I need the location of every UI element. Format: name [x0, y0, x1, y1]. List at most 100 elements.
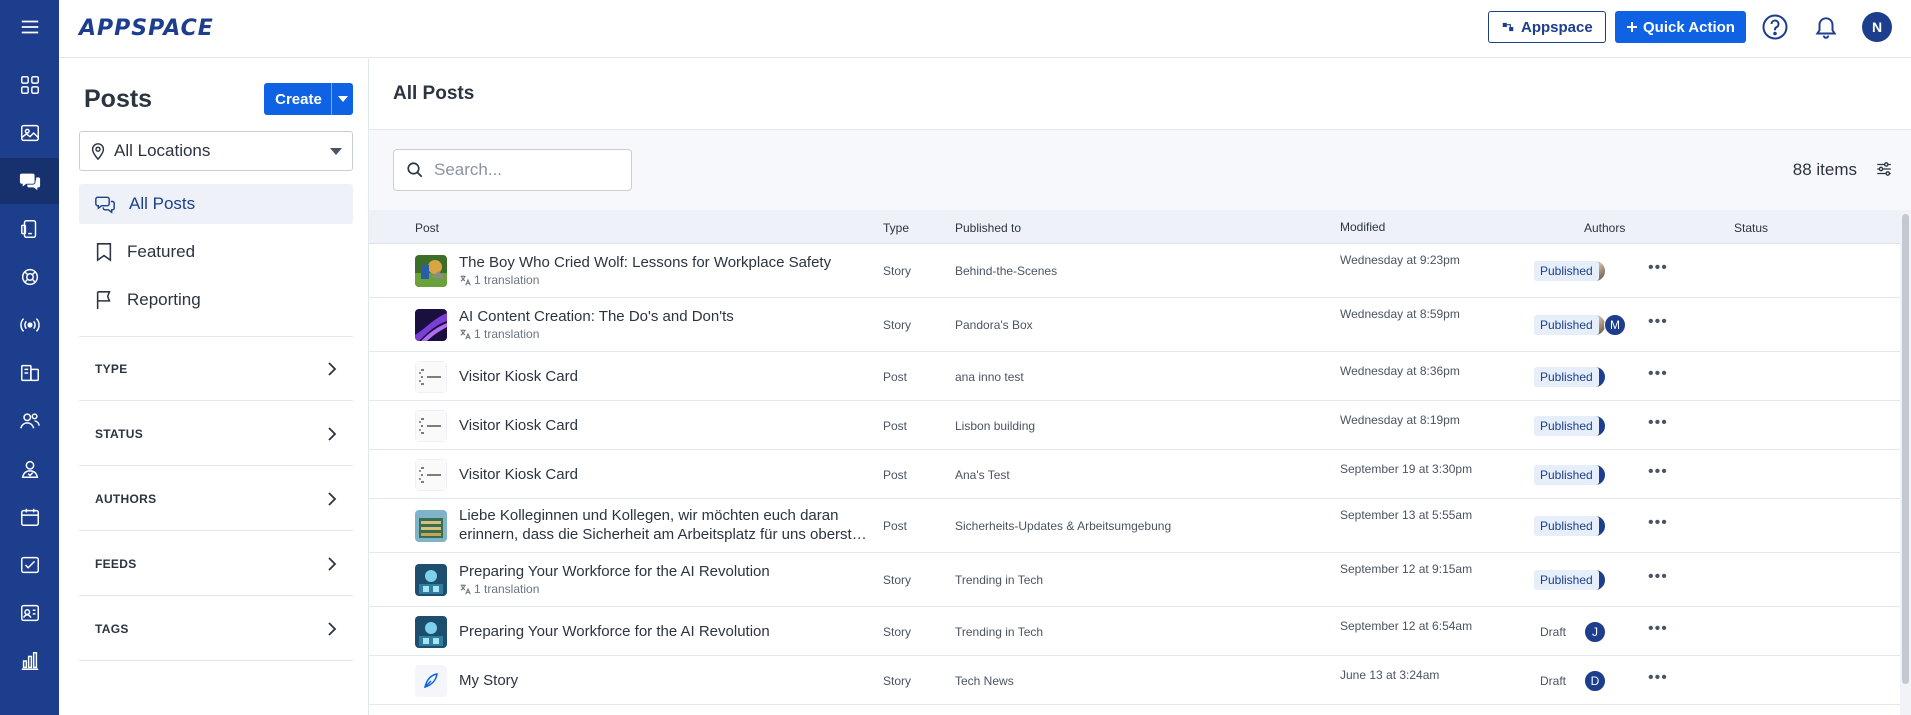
status-badge: Published	[1534, 366, 1599, 387]
post-title[interactable]: Visitor Kiosk Card	[459, 416, 879, 435]
directory-icon[interactable]	[0, 590, 59, 636]
post-title[interactable]: Preparing Your Workforce for the AI Revo…	[459, 562, 879, 581]
row-more-options-icon[interactable]: •••	[1648, 313, 1668, 331]
top-bar: APPSPACE Appspace Quick Action N	[59, 0, 1911, 58]
scrollbar-thumb[interactable]	[1902, 214, 1909, 684]
table-row[interactable]: AI Content Creation: The Do's and Don'ts…	[369, 298, 1911, 352]
post-thumbnail[interactable]	[415, 458, 447, 491]
column-header-modified[interactable]: Modified	[1340, 220, 1385, 234]
status-badge: Draft	[1540, 673, 1567, 688]
column-header-authors[interactable]: Authors	[1584, 221, 1625, 235]
translate-icon	[460, 584, 471, 595]
main-content: All Posts 88 items Post Type Published t…	[369, 59, 1911, 715]
post-type: Post	[883, 369, 908, 384]
location-select-value: All Locations	[114, 141, 211, 160]
post-title[interactable]: Visitor Kiosk Card	[459, 465, 879, 484]
post-thumbnail[interactable]	[415, 309, 447, 341]
post-modified: Wednesday at 8:36pm	[1340, 363, 1460, 378]
library-icon[interactable]	[0, 110, 59, 156]
post-thumbnail[interactable]	[415, 360, 447, 393]
create-dropdown-caret-icon[interactable]	[331, 83, 353, 115]
post-title[interactable]: Visitor Kiosk Card	[459, 367, 879, 386]
create-button[interactable]: Create	[264, 83, 353, 115]
user-avatar[interactable]: N	[1862, 12, 1892, 42]
row-more-options-icon[interactable]: •••	[1648, 365, 1668, 383]
search-input[interactable]	[434, 160, 614, 180]
support-icon[interactable]	[0, 254, 59, 300]
translation-info: 1 translation	[459, 582, 539, 596]
bookmark-icon	[96, 243, 112, 262]
broadcast-icon[interactable]	[0, 302, 59, 348]
post-thumbnail[interactable]	[415, 664, 447, 697]
nav-item-all-posts[interactable]: All Posts	[79, 184, 353, 224]
reports-icon[interactable]	[0, 638, 59, 684]
appspace-app-icon	[1502, 22, 1514, 32]
appspace-button[interactable]: Appspace	[1488, 11, 1606, 43]
chevron-right-icon	[328, 491, 337, 506]
table-row[interactable]: My Story Story Tech News June 13 at 3:24am D…	[369, 656, 1911, 705]
table-row[interactable]: Preparing Your Workforce for the AI Revo…	[369, 607, 1911, 656]
devices-icon[interactable]	[0, 206, 59, 252]
post-thumbnail[interactable]	[415, 564, 447, 596]
author-avatar[interactable]: J	[1584, 620, 1606, 643]
row-more-options-icon[interactable]: •••	[1648, 259, 1668, 277]
visitor-icon[interactable]	[0, 446, 59, 492]
filter-feeds[interactable]: FEEDS	[79, 532, 353, 596]
nav-item-featured[interactable]: Featured	[79, 232, 353, 272]
column-settings-icon[interactable]	[1875, 160, 1893, 178]
table-row[interactable]: Liebe Kolleginnen und Kollegen, wir möch…	[369, 499, 1911, 553]
post-title[interactable]: Preparing Your Workforce for the AI Revo…	[459, 622, 879, 641]
post-title[interactable]: Liebe Kolleginnen und Kollegen, wir möch…	[459, 506, 879, 544]
post-modified: September 12 at 9:15am	[1340, 562, 1473, 576]
scrollbar[interactable]	[1900, 210, 1911, 715]
notifications-bell-icon[interactable]	[1811, 12, 1841, 42]
posts-icon[interactable]	[0, 158, 59, 204]
table-row[interactable]: Visitor Kiosk Card Post Lisbon building Wed…	[369, 401, 1911, 450]
dashboard-icon[interactable]	[0, 62, 59, 108]
status-badge: Published	[1534, 570, 1599, 590]
users-icon[interactable]	[0, 398, 59, 444]
help-icon[interactable]	[1760, 12, 1790, 42]
reservations-icon[interactable]	[0, 350, 59, 396]
panel-title: Posts	[84, 85, 153, 113]
table-row[interactable]: Visitor Kiosk Card Post Ana's Test Septembe…	[369, 450, 1911, 499]
column-header-post[interactable]: Post	[415, 221, 439, 235]
row-more-options-icon[interactable]: •••	[1648, 463, 1668, 481]
filter-status[interactable]: STATUS	[79, 402, 353, 466]
appspace-logo[interactable]: APPSPACE	[79, 16, 214, 41]
post-title[interactable]: The Boy Who Cried Wolf: Lessons for Work…	[459, 253, 879, 272]
nav-item-reporting[interactable]: Reporting	[79, 280, 353, 320]
filter-authors[interactable]: AUTHORS	[79, 467, 353, 531]
table-row[interactable]: Visitor Kiosk Card Post ana inno test Wedne…	[369, 352, 1911, 401]
location-select[interactable]: All Locations	[79, 131, 353, 171]
nav-item-label: All Posts	[129, 194, 196, 213]
status-badge: Published	[1534, 261, 1599, 281]
quick-action-button[interactable]: Quick Action	[1615, 11, 1746, 43]
column-header-type[interactable]: Type	[883, 221, 909, 235]
filter-type[interactable]: TYPE	[79, 337, 353, 401]
table-row[interactable]: The Boy Who Cried Wolf: Lessons for Work…	[369, 244, 1911, 298]
filter-tags[interactable]: TAGS	[79, 597, 353, 661]
post-title[interactable]: AI Content Creation: The Do's and Don'ts	[459, 307, 879, 326]
row-more-options-icon[interactable]: •••	[1648, 620, 1668, 638]
post-thumbnail[interactable]	[415, 255, 447, 287]
author-avatar[interactable]: M	[1604, 314, 1626, 336]
table-row[interactable]: Preparing Your Workforce for the AI Revo…	[369, 553, 1911, 607]
post-thumbnail[interactable]	[415, 510, 447, 542]
post-thumbnail[interactable]	[415, 409, 447, 442]
post-title[interactable]: My Story	[459, 671, 879, 690]
author-avatar[interactable]: D	[1584, 669, 1606, 692]
calendar-icon[interactable]	[0, 494, 59, 540]
menu-icon[interactable]	[0, 4, 59, 50]
search-box[interactable]	[393, 149, 632, 191]
column-header-status[interactable]: Status	[1734, 221, 1768, 235]
posts-side-panel: Posts Create All Locations All Posts Fea…	[59, 59, 369, 715]
post-thumbnail[interactable]	[415, 615, 447, 648]
row-more-options-icon[interactable]: •••	[1648, 414, 1668, 432]
row-more-options-icon[interactable]: •••	[1648, 568, 1668, 586]
row-more-options-icon[interactable]: •••	[1648, 514, 1668, 532]
column-header-published-to[interactable]: Published to	[955, 221, 1021, 235]
tasks-icon[interactable]	[0, 542, 59, 588]
table-header: Post Type Published to Modified Authors …	[369, 210, 1911, 244]
row-more-options-icon[interactable]: •••	[1648, 669, 1668, 687]
